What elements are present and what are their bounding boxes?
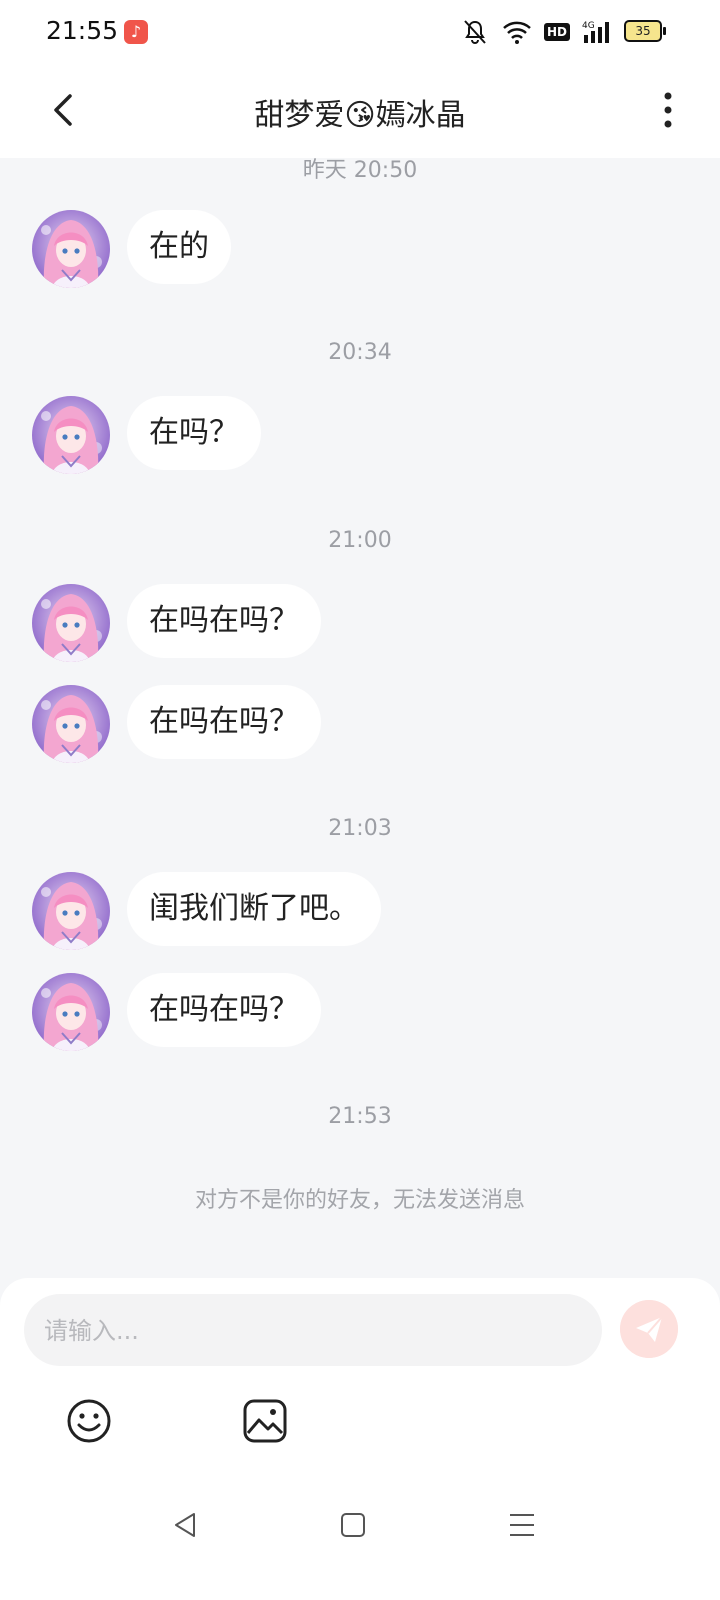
mute-bell-icon <box>464 20 486 44</box>
more-vertical-icon[interactable] <box>656 90 680 130</box>
input-panel <box>0 1278 720 1488</box>
avatar[interactable] <box>32 210 110 288</box>
battery-indicator: 35 <box>624 20 666 42</box>
menu-lines-icon[interactable] <box>507 1510 537 1540</box>
avatar-image <box>32 396 110 474</box>
status-time: 21:55 <box>46 16 119 45</box>
chat-title: 甜梦爱😘嫣冰晶 <box>254 98 466 133</box>
message-bubble[interactable]: 在的 <box>127 210 231 284</box>
avatar-image <box>32 973 110 1051</box>
avatar-image <box>32 210 110 288</box>
svg-text:4G: 4G <box>582 21 595 31</box>
wifi-icon <box>503 21 531 44</box>
message-bubble[interactable]: 在吗在吗？ <box>127 685 321 759</box>
avatar-image <box>32 872 110 950</box>
timestamp: 21:03 <box>328 816 392 841</box>
avatar-image <box>32 584 110 662</box>
square-home-icon[interactable] <box>338 1510 368 1540</box>
timestamp: 21:53 <box>328 1104 392 1129</box>
avatar[interactable] <box>32 685 110 763</box>
avatar[interactable] <box>32 584 110 662</box>
system-notice: 对方不是你的好友，无法发送消息 <box>194 1188 525 1213</box>
message-bubble[interactable]: 在吗在吗？ <box>127 584 321 658</box>
paper-plane-icon[interactable] <box>620 1300 678 1358</box>
chat-header: 甜梦爱😘嫣冰晶 <box>0 64 720 158</box>
status-icons: HD 4G <box>460 18 612 46</box>
status-bar: 21:55 ♪ HD 4G 35 <box>0 0 720 64</box>
timestamp: 昨天 20:50 <box>302 158 418 183</box>
avatar-image <box>32 685 110 763</box>
timestamp: 20:34 <box>328 340 392 365</box>
hd-badge: HD <box>543 23 570 41</box>
avatar[interactable] <box>32 872 110 950</box>
message-input[interactable] <box>42 1294 586 1368</box>
message-bubble[interactable]: 在吗？ <box>127 396 261 470</box>
music-note-icon: ♪ <box>124 20 148 44</box>
image-icon[interactable] <box>242 1398 288 1444</box>
message-bubble[interactable]: 在吗在吗？ <box>127 973 321 1047</box>
triangle-back-icon[interactable] <box>170 1510 200 1540</box>
message-list[interactable]: 昨天 20:50 在的 20:34 在吗？ 21:00 在吗在吗？ 在吗在吗？ … <box>0 158 720 1278</box>
smile-icon[interactable] <box>66 1398 112 1444</box>
signal-icon: 4G <box>582 21 609 43</box>
message-input-box[interactable] <box>24 1294 602 1368</box>
system-navigation-bar <box>0 1488 720 1600</box>
message-bubble[interactable]: 闺我们断了吧。 <box>127 872 381 946</box>
avatar[interactable] <box>32 396 110 474</box>
avatar[interactable] <box>32 973 110 1051</box>
timestamp: 21:00 <box>328 528 392 553</box>
